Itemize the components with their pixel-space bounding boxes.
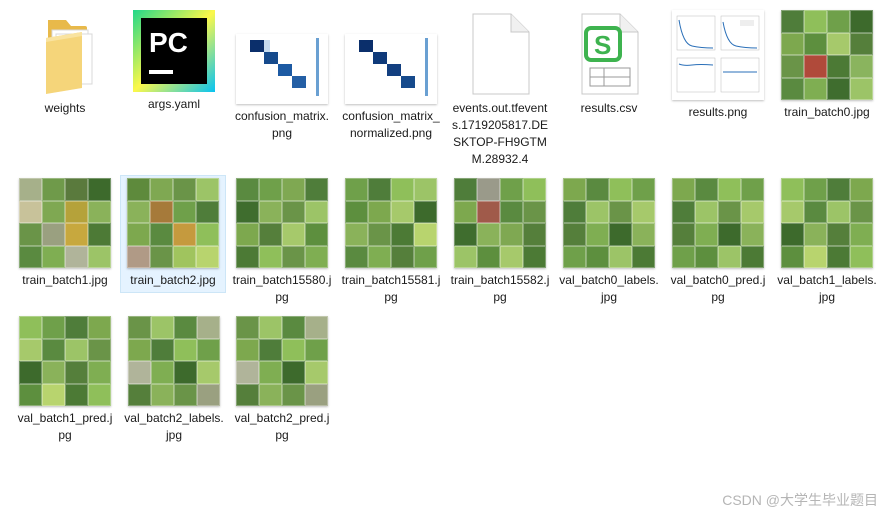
file-val-batch0-pred[interactable]: val_batch0_pred.jpg <box>666 178 770 306</box>
file-label: train_batch15582.jpg <box>450 273 550 304</box>
image-thumbnail <box>236 178 328 268</box>
file-train-batch15580[interactable]: train_batch15580.jpg <box>230 178 334 306</box>
file-label: val_batch0_pred.jpg <box>670 273 766 304</box>
file-confusion-matrix-normalized[interactable]: confusion_matrix_normalized.png <box>339 10 443 142</box>
generic-file-icon <box>465 10 535 96</box>
file-val-batch2-pred[interactable]: val_batch2_pred.jpg <box>230 316 334 444</box>
file-weights[interactable]: weights <box>13 10 117 117</box>
file-label: val_batch1_pred.jpg <box>17 411 113 442</box>
svg-text:PC: PC <box>149 27 188 58</box>
file-results-csv[interactable]: S results.csv <box>557 10 661 117</box>
file-label: train_batch0.jpg <box>784 105 870 119</box>
image-thumbnail <box>563 178 655 268</box>
image-thumbnail <box>19 316 111 406</box>
file-label: weights <box>44 101 86 115</box>
file-val-batch2-labels[interactable]: val_batch2_labels.jpg <box>122 316 226 444</box>
svg-text:S: S <box>594 30 611 60</box>
watermark: CSDN @大学生毕业题目 <box>722 492 878 508</box>
image-thumbnail <box>454 178 546 268</box>
image-thumbnail <box>19 178 111 268</box>
file-confusion-matrix[interactable]: confusion_matrix.png <box>230 10 334 142</box>
confusion-matrix-normalized-thumbnail <box>345 34 437 104</box>
image-thumbnail <box>345 178 437 268</box>
pycharm-icon: PC <box>133 10 215 92</box>
file-label: args.yaml <box>147 97 200 111</box>
spreadsheet-icon: S <box>574 10 644 96</box>
file-val-batch1-labels[interactable]: val_batch1_labels.jpg <box>775 178 879 306</box>
explorer-view: { "files": [ {"name":"weights","type":"f… <box>0 0 886 516</box>
file-train-batch0[interactable]: train_batch0.jpg <box>775 10 879 121</box>
file-val-batch0-labels[interactable]: val_batch0_labels.jpg <box>557 178 661 306</box>
file-events-tfevents[interactable]: events.out.tfevents.1719205817.DESKTOP-F… <box>448 10 552 168</box>
file-label: results.csv <box>580 101 638 115</box>
file-label: val_batch2_labels.jpg <box>124 411 224 442</box>
image-thumbnail <box>127 178 219 268</box>
file-train-batch1[interactable]: train_batch1.jpg <box>13 178 117 289</box>
image-thumbnail <box>236 316 328 406</box>
file-train-batch2[interactable]: train_batch2.jpg <box>120 175 226 293</box>
file-train-batch15581[interactable]: train_batch15581.jpg <box>339 178 443 306</box>
file-label: confusion_matrix_normalized.png <box>342 109 440 140</box>
image-thumbnail <box>781 178 873 268</box>
image-thumbnail <box>128 316 220 406</box>
file-args-yaml[interactable]: PC args.yaml <box>122 10 226 113</box>
folder-icon <box>30 10 100 96</box>
file-label: val_batch2_pred.jpg <box>234 411 330 442</box>
file-label: events.out.tfevents.1719205817.DESKTOP-F… <box>451 101 549 166</box>
file-label: train_batch15581.jpg <box>341 273 441 304</box>
file-label: val_batch1_labels.jpg <box>777 273 877 304</box>
file-label: train_batch15580.jpg <box>232 273 332 304</box>
file-label: confusion_matrix.png <box>234 109 330 140</box>
file-label: train_batch1.jpg <box>22 273 108 287</box>
results-plot-thumbnail <box>672 10 764 100</box>
file-train-batch15582[interactable]: train_batch15582.jpg <box>448 178 552 306</box>
file-val-batch1-pred[interactable]: val_batch1_pred.jpg <box>13 316 117 444</box>
file-label: val_batch0_labels.jpg <box>559 273 659 304</box>
image-thumbnail <box>781 10 873 100</box>
file-results-png[interactable]: results.png <box>666 10 770 121</box>
confusion-matrix-thumbnail <box>236 34 328 104</box>
file-label: train_batch2.jpg <box>130 273 216 287</box>
image-thumbnail <box>672 178 764 268</box>
file-label: results.png <box>688 105 748 119</box>
